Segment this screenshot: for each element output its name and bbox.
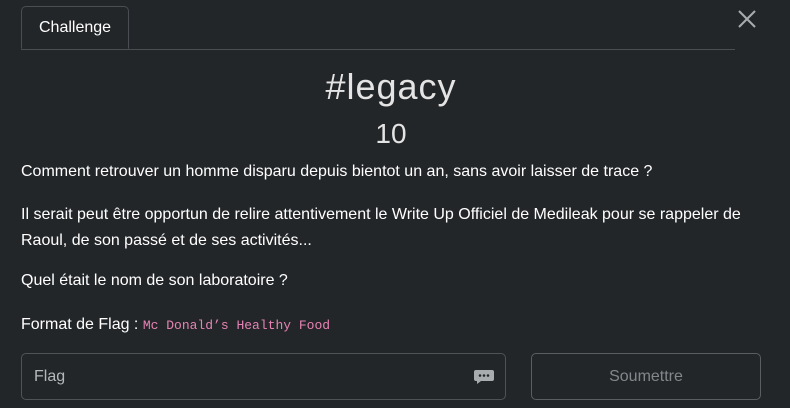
- challenge-title: #legacy: [325, 66, 457, 107]
- submit-button[interactable]: Soumettre: [531, 353, 761, 400]
- challenge-modal: Challenge #legacy 10 Comment retrouver u…: [0, 0, 790, 408]
- flag-input[interactable]: [22, 354, 462, 399]
- tab-challenge[interactable]: Challenge: [21, 6, 130, 49]
- description-line-1: Comment retrouver un homme disparu depui…: [21, 163, 653, 180]
- flag-format-label: Format de Flag :: [21, 316, 139, 333]
- chat-bubble-icon: [474, 370, 494, 384]
- close-button[interactable]: [736, 8, 758, 30]
- close-icon: [738, 10, 756, 28]
- challenge-points: 10: [375, 118, 407, 149]
- flag-format-example: Mc Donald’s Healthy Food: [142, 318, 331, 333]
- description-line-3: Quel était le nom de son laboratoire ?: [21, 272, 288, 289]
- description-line-2: Il serait peut être opportun de relire a…: [21, 206, 741, 249]
- tab-bar: Challenge: [21, 6, 735, 50]
- flag-format: Format de Flag : Mc Donald’s Healthy Foo…: [21, 312, 766, 339]
- flag-input-container: [21, 353, 506, 400]
